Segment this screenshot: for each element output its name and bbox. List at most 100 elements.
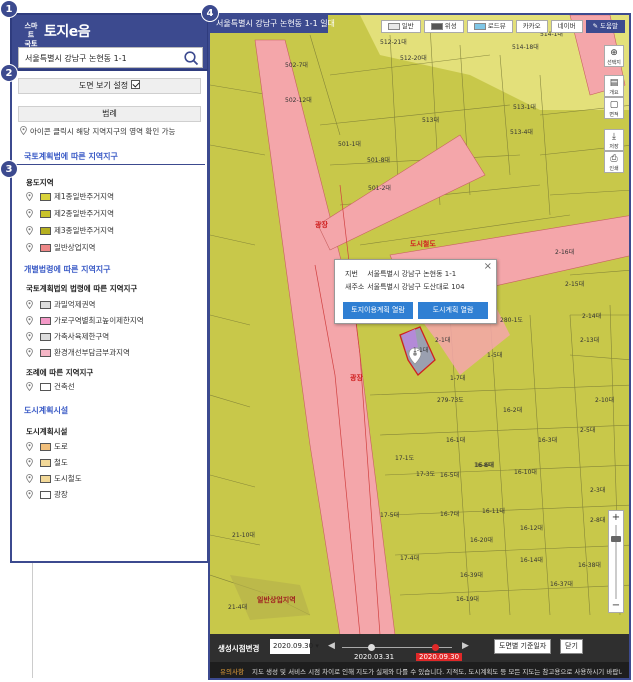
- color-swatch: [40, 300, 51, 309]
- kakao-button[interactable]: 카카오: [515, 20, 548, 33]
- tool-label: 선택지: [607, 60, 621, 66]
- timeline-next-icon[interactable]: ▶: [462, 641, 469, 651]
- roadview-button[interactable]: 로드뷰: [466, 20, 513, 33]
- lot-label: 501-1대: [338, 141, 361, 148]
- zoom-in-button[interactable]: +: [609, 512, 623, 524]
- drawing-base-date-button[interactable]: 도면별 기준일자: [494, 639, 552, 654]
- search-icon[interactable]: [183, 50, 199, 66]
- lot-label: 501-8대: [367, 157, 390, 164]
- legend-item[interactable]: 가축사육제한구역: [26, 331, 109, 342]
- timeline-close-button[interactable]: 닫기: [560, 639, 583, 654]
- legend-item[interactable]: 제2종일반주거지역: [26, 208, 114, 219]
- pin-icon[interactable]: [26, 474, 33, 483]
- pin-icon[interactable]: [26, 332, 33, 341]
- timeline-dot[interactable]: [368, 644, 375, 651]
- legend-item[interactable]: 철도: [26, 457, 68, 468]
- map-title: 서울특별시 강남구 논현동 1-1 일대: [210, 15, 335, 33]
- timeline-select[interactable]: 2020.09.30 ▾: [270, 639, 319, 654]
- view-setting-checkbox[interactable]: [131, 80, 141, 89]
- view-setting-button[interactable]: 도면 보기 설정: [18, 78, 201, 94]
- help-icon: ✎: [592, 22, 599, 30]
- expand-tool[interactable]: ⊕ 선택지: [604, 45, 624, 67]
- print-tool[interactable]: ⎙ 인쇄: [604, 151, 624, 173]
- lot-label: 1-1대: [413, 347, 429, 354]
- lot-label: 2-10대: [595, 397, 615, 404]
- city-plan-button[interactable]: 도시계획 열람: [418, 302, 488, 319]
- legend-item[interactable]: 일반상업지역: [26, 242, 95, 253]
- naver-button[interactable]: 네이버: [550, 20, 583, 33]
- lot-label: 17-1도: [395, 455, 415, 462]
- timeline-date-selected: 2020.09.30: [416, 653, 463, 661]
- map-thumb-icon: [387, 23, 400, 30]
- under-panel: [32, 563, 210, 678]
- lot-label: 279-73도: [437, 397, 464, 404]
- pin-icon[interactable]: [26, 300, 33, 309]
- map-label-subway: 도시철도: [410, 240, 436, 248]
- toolbar-label: 도움말: [600, 22, 618, 30]
- lot-label: 16-11대: [482, 508, 505, 515]
- jibun-value: 서울특별시 강남구 논현동 1-1: [367, 270, 457, 278]
- pin-icon[interactable]: [26, 490, 33, 499]
- legend-item[interactable]: 환경개선부담금부과지역: [26, 347, 130, 358]
- area-tool[interactable]: ▢ 면적: [604, 97, 624, 119]
- pin-icon[interactable]: [26, 209, 33, 218]
- help-button[interactable]: ✎ 도움말: [585, 20, 625, 33]
- pin-icon[interactable]: [26, 348, 33, 357]
- legend-label: 범례: [102, 109, 117, 118]
- legend-item[interactable]: 광장: [26, 489, 68, 500]
- legend-item[interactable]: 가로구역별최고높이제한지역: [26, 315, 144, 326]
- land-use-plan-button[interactable]: 토지이용계획 열람: [343, 302, 413, 319]
- lot-label: 514-18대: [512, 44, 539, 51]
- pin-icon[interactable]: [26, 226, 33, 235]
- satellite-thumb-icon: [430, 23, 443, 30]
- lot-label: 17-4대: [400, 555, 420, 562]
- area-icon: ▢: [609, 100, 619, 110]
- lot-label: 502-7대: [285, 62, 308, 69]
- legend-item-label: 가축사육제한구역: [54, 332, 110, 341]
- lot-label: 512-20대: [400, 55, 427, 62]
- section-title-individual-law: 개별법령에 따른 지역지구: [24, 265, 111, 274]
- jibun-key: 지번: [345, 270, 358, 278]
- save-tool[interactable]: ⤓ 저장: [604, 129, 624, 151]
- color-swatch: [40, 332, 51, 341]
- legend-item-label: 제2종일반주거지역: [54, 209, 114, 218]
- legend-item-label: 건축선: [54, 382, 75, 391]
- legend-item[interactable]: 건축선: [26, 381, 75, 392]
- lot-label: 513대: [422, 117, 439, 124]
- timeline-dot-selected[interactable]: [432, 644, 439, 651]
- chevron-down-icon: ▾: [315, 642, 319, 650]
- legend-item[interactable]: 도로: [26, 441, 68, 452]
- logo-mark: 스마트 국토정보: [24, 22, 38, 57]
- pin-icon[interactable]: [26, 192, 33, 201]
- pin-icon[interactable]: [26, 243, 33, 252]
- legend-button[interactable]: 범례: [18, 106, 201, 122]
- legend-item[interactable]: 제3종일반주거지역: [26, 225, 114, 236]
- lot-label: 16-10대: [514, 469, 537, 476]
- pin-icon[interactable]: [26, 442, 33, 451]
- map-type-general-button[interactable]: 일반: [380, 20, 421, 33]
- pin-icon[interactable]: [26, 382, 33, 391]
- pin-icon[interactable]: [26, 458, 33, 467]
- lot-label: 502-12대: [285, 97, 312, 104]
- map-area[interactable]: 514-18대 514-1대 512-21대 512-20대 502-7대 502-12대…: [208, 13, 631, 680]
- legend-item[interactable]: 제1종일반주거지역: [26, 191, 114, 202]
- search-input[interactable]: [25, 51, 175, 65]
- legend-item[interactable]: 도시철도: [26, 473, 82, 484]
- popup-close-icon[interactable]: ×: [484, 261, 492, 272]
- zoom-knob[interactable]: [611, 536, 621, 542]
- logo-text: 토지e음: [44, 24, 91, 40]
- map-toolbar: 일반 위성 로드뷰 카카오 네이버 ✎ 도움말: [380, 20, 625, 33]
- zoom-out-button[interactable]: −: [609, 600, 623, 612]
- ruler-icon: ▤: [609, 78, 619, 88]
- lot-label: 16-2대: [503, 407, 523, 414]
- color-swatch: [40, 442, 51, 451]
- logo[interactable]: 스마트 국토정보 토지e음: [22, 19, 91, 57]
- legend-item-label: 제3종일반주거지역: [54, 226, 114, 235]
- search-box: [18, 47, 203, 68]
- info-tool[interactable]: ▤ 개요: [604, 75, 624, 97]
- pin-icon[interactable]: [26, 316, 33, 325]
- legend-item[interactable]: 과밀억제권역: [26, 299, 95, 310]
- lot-label: 501-2대: [368, 185, 391, 192]
- map-type-satellite-button[interactable]: 위성: [423, 20, 464, 33]
- timeline-prev-icon[interactable]: ◀: [328, 641, 335, 651]
